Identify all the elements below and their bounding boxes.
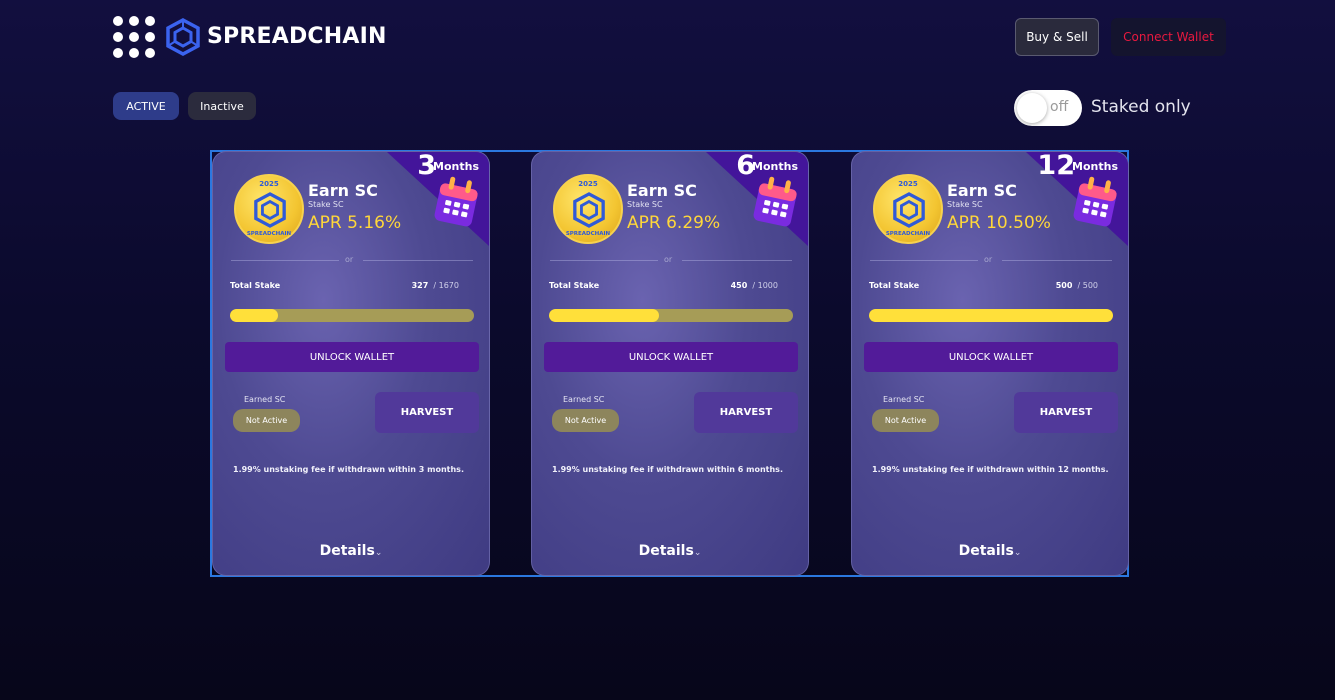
harvest-button[interactable]: HARVEST: [375, 392, 479, 433]
status-badge: Not Active: [872, 409, 939, 432]
spreadchain-coin-icon: 2025 SPREADCHAIN: [234, 174, 304, 244]
stake-progress-bar: [230, 309, 474, 322]
buy-sell-button[interactable]: Buy & Sell: [1015, 18, 1099, 56]
toggle-knob[interactable]: [1017, 93, 1047, 123]
stake-progress-fill: [869, 309, 1113, 322]
stake-max: / 500: [1077, 281, 1098, 290]
calendar-icon: [1073, 176, 1117, 227]
stake-progress-bar: [869, 309, 1113, 322]
unlock-wallet-button[interactable]: UNLOCK WALLET: [544, 342, 798, 372]
card-title: Earn SC: [308, 181, 378, 200]
unlock-wallet-button[interactable]: UNLOCK WALLET: [864, 342, 1118, 372]
total-stake-value: 450 / 1000: [731, 281, 778, 290]
unstaking-fee-note: 1.99% unstaking fee if withdrawn within …: [872, 465, 1109, 474]
divider: [870, 260, 978, 261]
earned-sc-label: Earned SC: [563, 395, 605, 404]
chevron-down-icon: ⌄: [1013, 548, 1022, 558]
tab-inactive[interactable]: Inactive: [188, 92, 256, 120]
staked-only-label: Staked only: [1091, 97, 1191, 117]
card-title: Earn SC: [947, 181, 1017, 200]
harvest-button[interactable]: HARVEST: [694, 392, 798, 433]
staking-card-12-months: 12 Months 2025 SPREADCHAIN Earn SC Stake…: [851, 151, 1129, 576]
app-grid-icon[interactable]: [113, 16, 155, 58]
stake-progress-fill: [549, 309, 659, 322]
stake-max: / 1000: [752, 281, 778, 290]
details-label: Details: [638, 543, 694, 559]
tab-active[interactable]: ACTIVE: [113, 92, 179, 120]
total-stake-value: 500 / 500: [1056, 281, 1098, 290]
spreadchain-coin-icon: 2025 SPREADCHAIN: [873, 174, 943, 244]
chevron-down-icon: ⌄: [374, 548, 383, 558]
coin-year: 2025: [578, 180, 598, 188]
details-toggle[interactable]: Details⌄: [532, 543, 808, 559]
calendar-icon: [434, 176, 478, 227]
card-subtitle: Stake SC: [947, 200, 983, 209]
card-title: Earn SC: [627, 181, 697, 200]
stake-value: 327: [411, 281, 429, 290]
apr-value: APR 6.29%: [627, 213, 721, 233]
total-stake-label: Total Stake: [230, 281, 281, 290]
stake-value: 450: [730, 281, 748, 290]
details-label: Details: [958, 543, 1014, 559]
total-stake-label: Total Stake: [549, 281, 600, 290]
card-subtitle: Stake SC: [308, 200, 344, 209]
calendar-icon: [753, 176, 797, 227]
or-separator: or: [664, 255, 673, 264]
stake-value: 500: [1055, 281, 1073, 290]
stake-max: / 1670: [433, 281, 459, 290]
coin-name: SPREADCHAIN: [246, 231, 292, 237]
divider: [1002, 260, 1112, 261]
status-badge: Not Active: [552, 409, 619, 432]
toggle-state-label: off: [1050, 99, 1069, 115]
coin-name: SPREADCHAIN: [885, 231, 931, 237]
brand-name: SPREADCHAIN: [207, 24, 387, 49]
divider: [363, 260, 473, 261]
stake-progress-bar: [549, 309, 793, 322]
connect-wallet-button[interactable]: Connect Wallet: [1111, 18, 1226, 56]
staking-card-3-months: 3 Months 2025 SPREADCHAIN Earn SC Stake …: [212, 151, 490, 576]
earned-sc-label: Earned SC: [883, 395, 925, 404]
earned-sc-label: Earned SC: [244, 395, 286, 404]
details-label: Details: [319, 543, 375, 559]
spreadchain-logo-icon: [166, 18, 200, 56]
details-toggle[interactable]: Details⌄: [852, 543, 1128, 559]
harvest-button[interactable]: HARVEST: [1014, 392, 1118, 433]
divider: [231, 260, 339, 261]
or-separator: or: [984, 255, 993, 264]
divider: [682, 260, 792, 261]
total-stake-value: 327 / 1670: [412, 281, 459, 290]
unstaking-fee-note: 1.99% unstaking fee if withdrawn within …: [552, 465, 783, 474]
stake-progress-fill: [230, 309, 278, 322]
total-stake-label: Total Stake: [869, 281, 920, 290]
or-separator: or: [345, 255, 354, 264]
top-header: SPREADCHAIN Buy & Sell Connect Wallet: [0, 0, 1335, 80]
duration-unit: Months: [1072, 160, 1118, 173]
details-toggle[interactable]: Details⌄: [213, 543, 489, 559]
spreadchain-coin-icon: 2025 SPREADCHAIN: [553, 174, 623, 244]
staked-only-toggle[interactable]: off: [1014, 90, 1082, 126]
unlock-wallet-button[interactable]: UNLOCK WALLET: [225, 342, 479, 372]
coin-name: SPREADCHAIN: [565, 231, 611, 237]
card-subtitle: Stake SC: [627, 200, 663, 209]
duration-unit: Months: [433, 160, 479, 173]
apr-value: APR 10.50%: [947, 213, 1051, 233]
divider: [550, 260, 658, 261]
unstaking-fee-note: 1.99% unstaking fee if withdrawn within …: [233, 465, 464, 474]
chevron-down-icon: ⌄: [693, 548, 702, 558]
apr-value: APR 5.16%: [308, 213, 402, 233]
staking-card-6-months: 6 Months 2025 SPREADCHAIN Earn SC Stake …: [531, 151, 809, 576]
coin-year: 2025: [259, 180, 279, 188]
status-badge: Not Active: [233, 409, 300, 432]
coin-year: 2025: [898, 180, 918, 188]
duration-unit: Months: [752, 160, 798, 173]
